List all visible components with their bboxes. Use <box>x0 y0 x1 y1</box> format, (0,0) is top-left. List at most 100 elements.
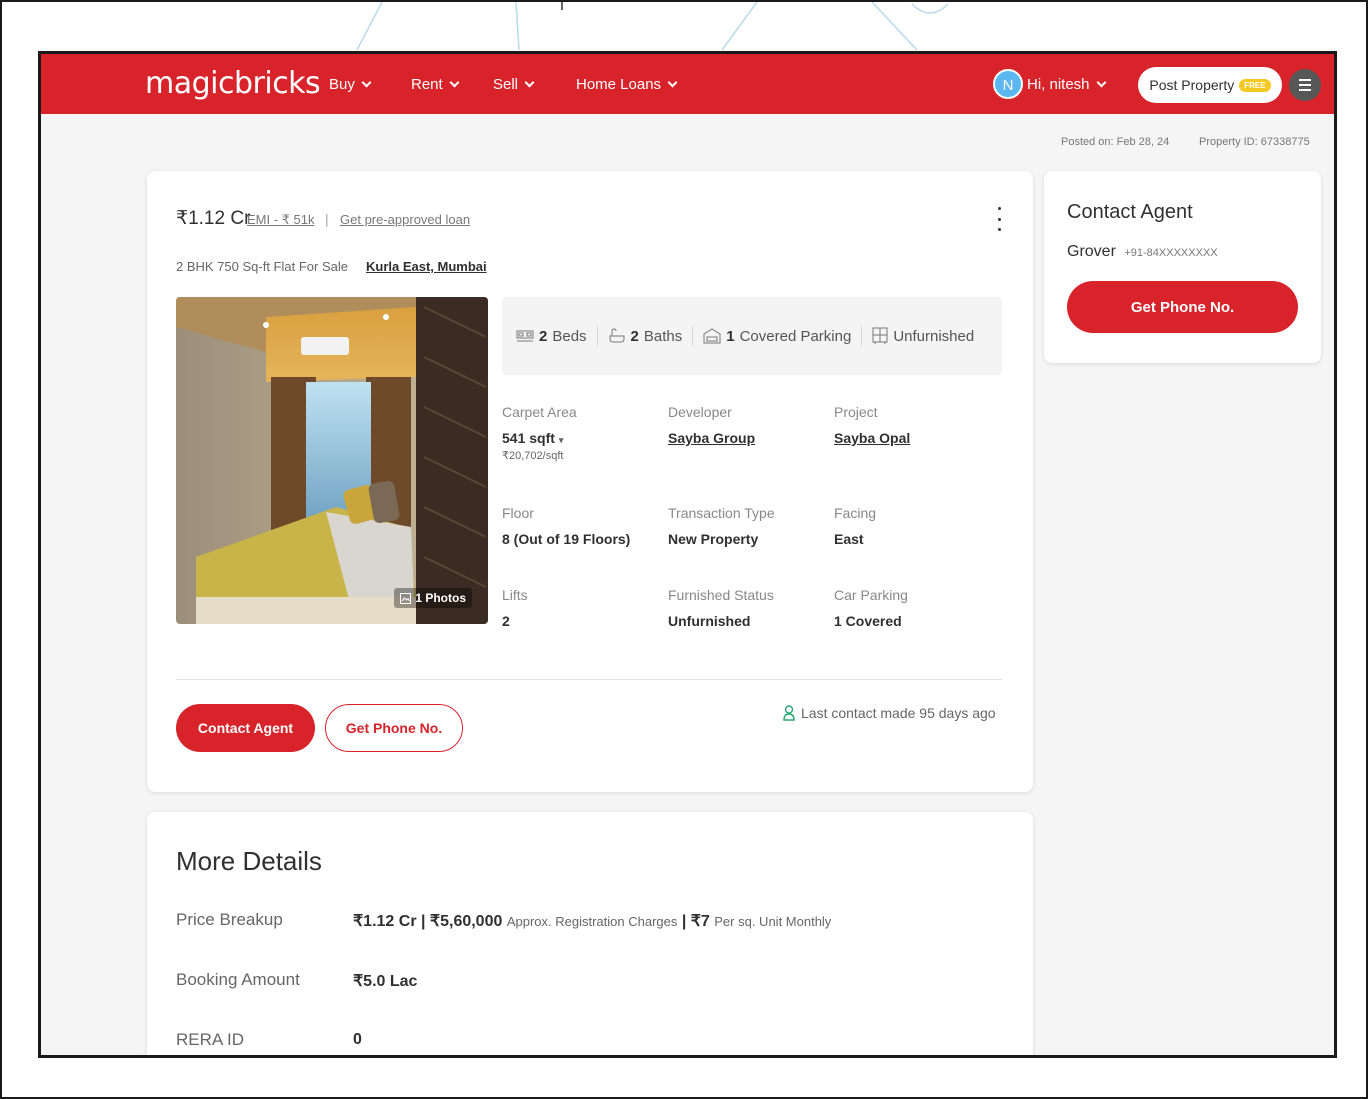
site-header: magicbricks Buy Rent Sell Home Loans N H… <box>41 54 1334 114</box>
chevron-down-icon <box>1096 77 1106 88</box>
project-link[interactable]: Sayba Opal <box>834 430 910 446</box>
price-separator: | <box>325 211 329 227</box>
carpet-area-value[interactable]: 541 sqft ▾ <box>502 430 577 446</box>
card-divider <box>176 679 1002 680</box>
post-property-button[interactable]: Post Property FREE <box>1138 67 1282 103</box>
price-breakup-note: Approx. Registration Charges <box>506 914 678 929</box>
parking-label: Covered Parking <box>739 327 852 345</box>
wardrobe-icon <box>872 327 888 344</box>
user-menu[interactable]: Hi, nitesh <box>1027 76 1106 93</box>
summary-divider <box>596 326 598 346</box>
chevron-down-icon <box>524 77 535 88</box>
developer: Developer Sayba Group <box>668 404 755 446</box>
carpet-area-rate: ₹20,702/sqft <box>502 450 564 462</box>
summary-divider <box>692 326 694 346</box>
facing-label: Facing <box>834 505 877 521</box>
lifts: Lifts 2 <box>502 587 528 629</box>
floor: Floor 8 (Out of 19 Floors) <box>502 505 630 547</box>
furnished-status-value: Unfurnished <box>668 613 751 629</box>
screenshot-frame: magicbricks Buy Rent Sell Home Loans N H… <box>0 0 1368 1099</box>
emi-link[interactable]: EMI - ₹ 51k <box>247 212 315 228</box>
nav-sell-label: Sell <box>493 76 519 93</box>
developer-link[interactable]: Sayba Group <box>668 430 755 446</box>
maintenance-note: Per sq. Unit Monthly <box>714 914 832 929</box>
listing-card: ₹1.12 Cr EMI - ₹ 51k | Get pre-approved … <box>147 171 1033 792</box>
carpet-area-label: Carpet Area <box>502 404 577 420</box>
photo-count-badge[interactable]: 1 Photos <box>394 588 472 608</box>
garage-icon <box>703 328 721 344</box>
property-photo[interactable]: 1 Photos <box>176 297 488 624</box>
price-breakup-value: ₹1.12 Cr | ₹5,60,000 Approx. Registratio… <box>353 911 831 931</box>
parking-count: 1 <box>726 327 735 345</box>
bathtub-icon <box>609 328 625 343</box>
more-details-title: More Details <box>176 846 322 876</box>
contact-agent-button[interactable]: Contact Agent <box>176 704 315 752</box>
transaction-type-value: New Property <box>668 531 759 547</box>
property-id: Property ID: 67338775 <box>1199 136 1310 148</box>
contact-agent-card: Contact Agent Grover +91-84XXXXXXXX Get … <box>1044 171 1321 363</box>
nav-rent[interactable]: Rent <box>411 76 460 93</box>
transaction-type: Transaction Type New Property <box>668 505 775 547</box>
image-icon <box>400 592 412 604</box>
summary-divider <box>861 326 863 346</box>
caret-down-icon: ▾ <box>558 435 564 445</box>
floor-value: 8 (Out of 19 Floors) <box>502 531 631 547</box>
sidebar-get-phone-button[interactable]: Get Phone No. <box>1067 281 1298 333</box>
person-icon <box>783 705 795 721</box>
chevron-down-icon <box>361 77 372 88</box>
chevron-down-icon <box>449 77 460 88</box>
furnishing-summary: Unfurnished <box>872 327 974 345</box>
nav-sell[interactable]: Sell <box>493 76 535 93</box>
rera-id-label: RERA ID <box>176 1030 245 1049</box>
facing-value: East <box>834 531 864 547</box>
nav-buy-label: Buy <box>329 76 355 93</box>
free-badge: FREE <box>1239 78 1271 92</box>
post-property-label: Post Property <box>1149 77 1235 93</box>
nav-buy[interactable]: Buy <box>329 76 372 93</box>
project: Project Sayba Opal <box>834 404 910 446</box>
transaction-type-label: Transaction Type <box>668 505 775 521</box>
car-parking-label: Car Parking <box>834 587 908 603</box>
furnished-status: Furnished Status Unfurnished <box>668 587 774 629</box>
last-contact-text: Last contact made 95 days ago <box>801 705 996 721</box>
bed-icon <box>516 330 534 342</box>
more-options-icon[interactable] <box>995 207 1003 231</box>
browser-viewport: magicbricks Buy Rent Sell Home Loans N H… <box>38 51 1337 1058</box>
pre-approved-loan-link[interactable]: Get pre-approved loan <box>340 212 470 227</box>
beds-label: Beds <box>552 327 587 345</box>
beds-count: 2 <box>539 327 548 345</box>
agent-phone: +91-84XXXXXXXX <box>1124 247 1218 259</box>
magicbricks-logo[interactable]: magicbricks <box>145 66 321 101</box>
user-greeting: Hi, nitesh <box>1027 76 1090 93</box>
developer-label: Developer <box>668 404 732 420</box>
facing: Facing East <box>834 505 876 547</box>
nav-home-loans[interactable]: Home Loans <box>576 76 678 93</box>
booking-amount-label: Booking Amount <box>176 970 300 989</box>
lifts-value: 2 <box>502 613 510 629</box>
contact-agent-title: Contact Agent <box>1067 201 1193 223</box>
price-breakup-price: ₹1.12 Cr | ₹5,60,000 <box>353 913 503 930</box>
listing-subtitle: 2 BHK 750 Sq-ft Flat For Sale <box>176 259 348 274</box>
nav-home-loans-label: Home Loans <box>576 76 662 93</box>
furnished-status-label: Furnished Status <box>668 587 774 603</box>
furnishing-label: Unfurnished <box>893 327 975 345</box>
chevron-down-icon <box>667 77 678 88</box>
user-avatar[interactable]: N <box>993 69 1023 99</box>
maintenance-value: | ₹7 <box>681 913 710 930</box>
lifts-label: Lifts <box>502 587 528 603</box>
price: ₹1.12 Cr <box>176 208 251 229</box>
booking-amount-value: ₹5.0 Lac <box>353 973 418 990</box>
get-phone-button[interactable]: Get Phone No. <box>325 704 463 752</box>
posted-on: Posted on: Feb 28, 24 <box>1061 136 1170 148</box>
photo-count-label: 1 Photos <box>415 591 466 605</box>
rera-id-value: 0 <box>353 1031 362 1048</box>
baths-label: Baths <box>643 327 683 345</box>
nav-rent-label: Rent <box>411 76 443 93</box>
beds-summary: 2 Beds <box>516 328 587 345</box>
carpet-area: Carpet Area 541 sqft ▾ ₹20,702/sqft <box>502 404 577 462</box>
last-contact-info: Last contact made 95 days ago <box>783 705 996 721</box>
summary-strip: 2 Beds 2 Baths 1 Covered Parking Unfurni… <box>502 297 1002 375</box>
more-details-card: More Details Price Breakup ₹1.12 Cr | ₹5… <box>147 812 1033 1055</box>
locality-link[interactable]: Kurla East, Mumbai <box>366 259 487 274</box>
hamburger-menu-icon[interactable] <box>1289 69 1321 101</box>
